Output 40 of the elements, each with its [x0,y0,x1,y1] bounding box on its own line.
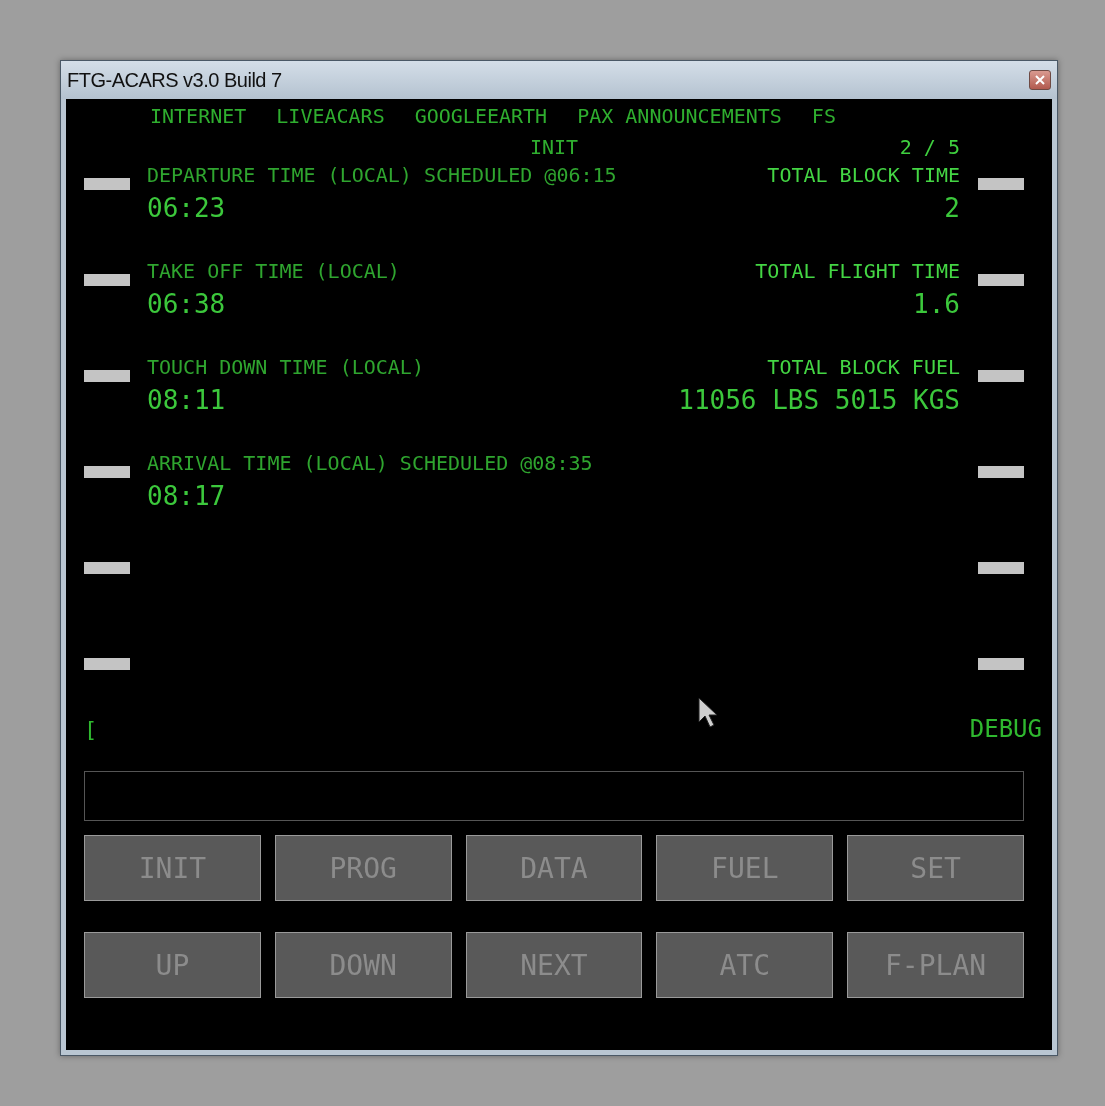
line-select-key[interactable] [84,274,130,286]
page-title: INIT [529,135,579,159]
close-icon [1035,75,1045,85]
field-label: TAKE OFF TIME (LOCAL) [147,259,400,283]
field-value: 11056 LBS 5015 KGS [678,384,960,417]
menu-link[interactable]: PAX ANNOUNCEMENTS [577,105,782,127]
field-label: ARRIVAL TIME (LOCAL) SCHEDULED @08:35 [147,451,593,475]
close-button[interactable] [1029,70,1051,90]
line-select-key[interactable] [84,466,130,478]
menu-link[interactable]: INTERNET [150,105,247,127]
command-field[interactable] [84,771,1024,821]
scratchpad-mark: [ [84,717,98,742]
line-select-key[interactable] [84,370,130,382]
line-select-key[interactable] [978,658,1024,670]
line-select-key[interactable] [84,658,130,670]
field-value: 08:11 [147,384,226,417]
line-select-key[interactable] [978,562,1024,574]
line-select-key[interactable] [978,178,1024,190]
menu-link[interactable]: FS [811,105,836,127]
field-label: TOTAL BLOCK TIME [767,163,960,187]
field-label: TOTAL FLIGHT TIME [755,259,960,283]
line-select-key[interactable] [84,178,130,190]
field-value: 2 [944,192,960,225]
field-value: 08:17 [147,480,226,513]
field-value: 06:38 [147,288,226,321]
field-label: TOTAL BLOCK FUEL [767,355,960,379]
field-label: TOUCH DOWN TIME (LOCAL) [147,355,424,379]
field-value: 06:23 [147,192,226,225]
menu-link[interactable]: GOOGLEEARTH [414,105,548,127]
line-select-key[interactable] [978,466,1024,478]
field-value: 1.6 [913,288,960,321]
menu-link[interactable]: LIVEACARS [276,105,385,127]
field-label: DEPARTURE TIME (LOCAL) SCHEDULED @06:15 [147,163,617,187]
debug-label: DEBUG [969,715,1042,743]
pointer-icon [698,697,720,729]
page-number: 2 / 5 [899,135,960,159]
line-select-key[interactable] [84,562,130,574]
line-select-key[interactable] [978,274,1024,286]
line-select-key[interactable] [978,370,1024,382]
window-title: FTG-ACARS v3.0 Build 7 [67,68,282,92]
